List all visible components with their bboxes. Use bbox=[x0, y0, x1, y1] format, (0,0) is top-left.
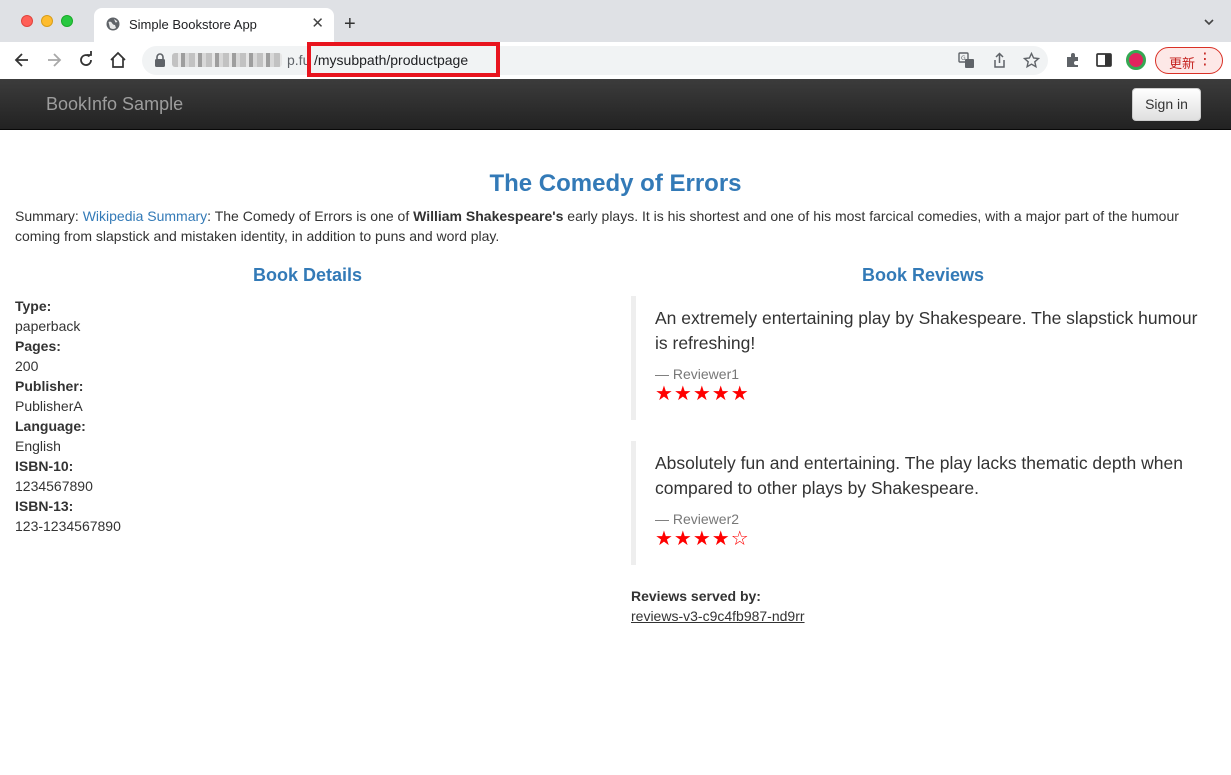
window-close-button[interactable] bbox=[21, 15, 33, 27]
review-card: Absolutely fun and entertaining. The pla… bbox=[631, 441, 1211, 565]
chevron-down-icon[interactable] bbox=[1203, 16, 1215, 28]
detail-value-publisher: PublisherA bbox=[15, 398, 83, 414]
summary-text-pre: : The Comedy of Errors is one of bbox=[207, 208, 414, 224]
app-navbar: BookInfo Sample Sign in bbox=[0, 79, 1231, 130]
book-details-list: Type: paperback Pages: 200 Publisher: Pu… bbox=[15, 296, 121, 536]
new-tab-button[interactable]: + bbox=[344, 13, 356, 35]
star-icon[interactable] bbox=[1023, 52, 1040, 69]
blurred-hostname bbox=[172, 53, 282, 67]
detail-label-pages: Pages: bbox=[15, 338, 61, 354]
detail-value-pages: 200 bbox=[15, 358, 39, 374]
detail-value-isbn10: 1234567890 bbox=[15, 478, 93, 494]
browser-toolbar: p.fu /mysubpath/productpage G 更新 ⋮ bbox=[0, 42, 1231, 79]
tab-close-icon[interactable]: ✕ bbox=[311, 16, 324, 32]
star-rating: ★★★★★ bbox=[655, 383, 750, 405]
update-label: 更新 bbox=[1169, 56, 1196, 71]
review-text: Absolutely fun and entertaining. The pla… bbox=[655, 453, 1183, 498]
more-menu-icon: ⋮ bbox=[1197, 51, 1213, 68]
profile-avatar[interactable] bbox=[1126, 50, 1146, 70]
reviewer-name: — Reviewer1 bbox=[655, 366, 740, 382]
review-card: An extremely entertaining play by Shakes… bbox=[631, 296, 1211, 420]
book-details-heading: Book Details bbox=[252, 265, 363, 285]
home-icon[interactable] bbox=[108, 50, 128, 70]
book-summary: Summary: Wikipedia Summary: The Comedy o… bbox=[15, 206, 1210, 246]
window-minimize-button[interactable] bbox=[41, 15, 53, 27]
update-button[interactable]: 更新 ⋮ bbox=[1155, 47, 1223, 74]
detail-value-isbn13: 123-1234567890 bbox=[15, 518, 121, 534]
url-highlight-box bbox=[307, 42, 500, 77]
window-maximize-button[interactable] bbox=[61, 15, 73, 27]
reviews-served-label: Reviews served by: bbox=[631, 588, 761, 604]
detail-label-publisher: Publisher: bbox=[15, 378, 84, 394]
book-title: The Comedy of Errors bbox=[489, 170, 742, 197]
share-icon[interactable] bbox=[991, 52, 1008, 69]
detail-value-type: paperback bbox=[15, 318, 81, 334]
svg-text:G: G bbox=[961, 55, 966, 62]
detail-label-isbn10: ISBN-10: bbox=[15, 458, 74, 474]
tab-title: Simple Bookstore App bbox=[129, 17, 257, 32]
book-reviews-heading: Book Reviews bbox=[861, 265, 985, 285]
forward-arrow-icon[interactable] bbox=[44, 50, 64, 70]
navbar-brand[interactable]: BookInfo Sample bbox=[46, 94, 183, 115]
detail-label-language: Language: bbox=[15, 418, 86, 434]
address-bar[interactable]: p.fu /mysubpath/productpage G bbox=[142, 46, 1048, 75]
side-panel-icon[interactable] bbox=[1094, 50, 1114, 70]
summary-label: Summary: bbox=[15, 208, 83, 224]
browser-chrome: Simple Bookstore App ✕ + p.fu /mysubpath… bbox=[0, 0, 1231, 79]
lock-icon[interactable] bbox=[154, 53, 166, 67]
summary-author: William Shakespeare's bbox=[413, 208, 564, 224]
detail-label-isbn13: ISBN-13: bbox=[15, 498, 74, 514]
reviewer-name: — Reviewer2 bbox=[655, 511, 740, 527]
sign-in-button[interactable]: Sign in bbox=[1132, 88, 1201, 121]
reload-icon[interactable] bbox=[76, 50, 96, 70]
wikipedia-summary-link[interactable]: Wikipedia Summary bbox=[83, 208, 207, 224]
globe-icon bbox=[106, 17, 120, 31]
browser-tab[interactable]: Simple Bookstore App ✕ bbox=[94, 8, 334, 42]
reviews-served-pod: reviews-v3-c9c4fb987-nd9rr bbox=[631, 608, 805, 624]
star-rating: ★★★★☆ bbox=[655, 528, 750, 550]
back-arrow-icon[interactable] bbox=[12, 50, 32, 70]
puzzle-icon[interactable] bbox=[1063, 50, 1083, 70]
translate-icon[interactable]: G bbox=[958, 52, 975, 69]
detail-label-type: Type: bbox=[15, 298, 52, 314]
review-text: An extremely entertaining play by Shakes… bbox=[655, 308, 1198, 353]
detail-value-language: English bbox=[15, 438, 61, 454]
